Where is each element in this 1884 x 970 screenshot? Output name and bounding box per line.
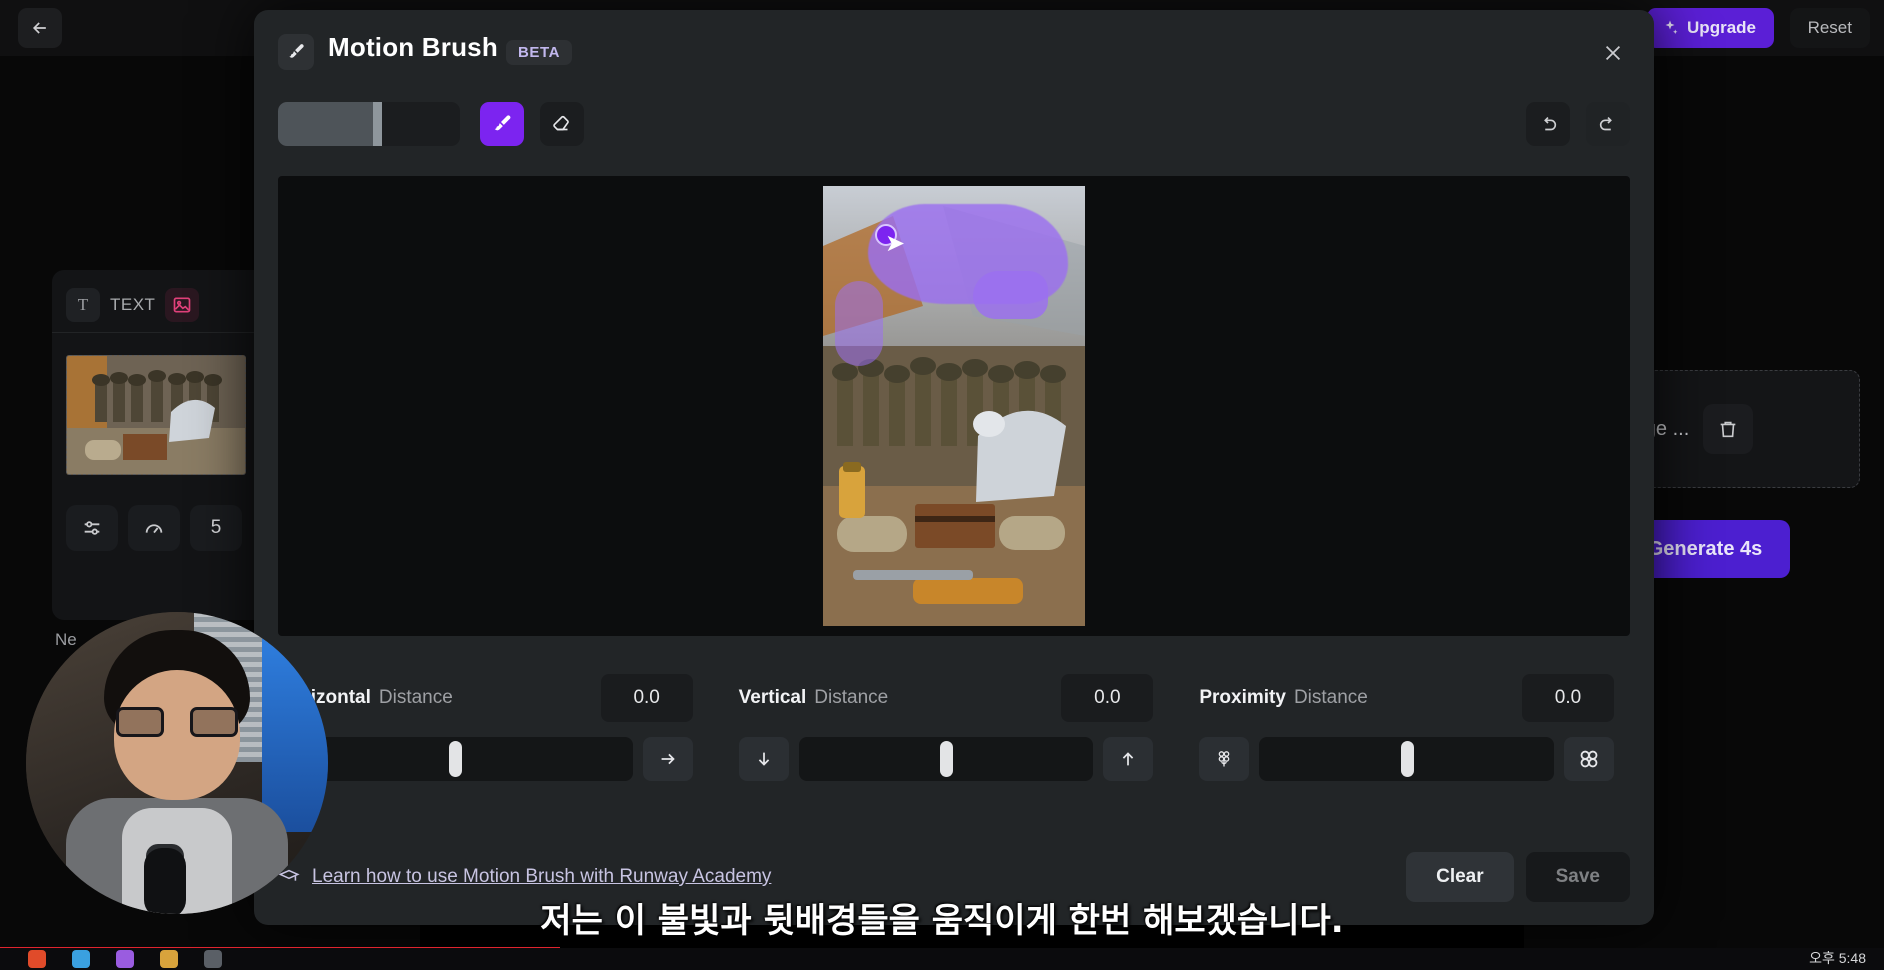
motion-controls: Horizontal Distance 0.0 Vertical Distanc… <box>278 670 1630 792</box>
control-sub: Distance <box>814 687 889 708</box>
paintbrush-icon <box>278 34 314 70</box>
control-sliders-row <box>278 726 1630 792</box>
motion-brush-stroke-tertiary <box>835 281 883 366</box>
video-subtitle: 저는 이 불빛과 뒷배경들을 움직이게 한번 해보겠습니다. <box>540 901 1344 941</box>
delete-image-button[interactable] <box>1703 404 1754 454</box>
brush-size-slider[interactable] <box>278 102 460 146</box>
eraser-tool-button[interactable] <box>540 102 584 146</box>
system-clock: 오후 5:48 <box>1809 950 1866 966</box>
taskbar-icon-5[interactable] <box>204 950 222 968</box>
upgrade-label: Upgrade <box>1687 18 1756 37</box>
motion-brush-modal: Motion Brush BETA ➤ Distance 0.0 Vertica… <box>254 10 1654 925</box>
large-flower-icon[interactable] <box>1564 737 1615 781</box>
trash-icon <box>1720 421 1736 438</box>
save-label: Save <box>1555 866 1600 887</box>
control-name: Vertical <box>738 687 807 708</box>
settings-button[interactable] <box>66 505 118 551</box>
sliders-icon <box>84 521 100 535</box>
beta-badge: BETA <box>506 40 573 65</box>
motion-brush-stroke-secondary <box>973 271 1048 319</box>
back-button[interactable] <box>18 8 62 48</box>
webcam-overlay <box>26 612 328 914</box>
tab-image[interactable] <box>165 284 200 326</box>
control-value[interactable]: 0.0 <box>1522 674 1615 722</box>
brush-tool-button[interactable] <box>480 102 524 146</box>
brush-toolbar <box>254 88 1654 156</box>
brush-size-handle[interactable] <box>372 102 382 146</box>
undo-icon <box>1544 116 1557 131</box>
control-labels-row: Horizontal Distance 0.0 Vertical Distanc… <box>278 670 1630 726</box>
image-thumbnail[interactable] <box>66 355 246 475</box>
text-T-icon: T <box>66 288 100 322</box>
control-vertical-label: Vertical Distance 0.0 <box>709 674 1170 722</box>
control-sub: Distance <box>378 687 453 708</box>
artboard-image[interactable]: ➤ <box>823 186 1085 626</box>
academy-link-label: Learn how to use Motion Brush with Runwa… <box>312 866 772 887</box>
vertical-slider[interactable] <box>798 737 1094 781</box>
close-button[interactable] <box>1596 36 1630 70</box>
arrow-up-icon[interactable] <box>1103 737 1154 781</box>
gauge-icon <box>145 524 163 534</box>
taskbar-icon-4[interactable] <box>160 950 178 968</box>
taskbar-icon-2[interactable] <box>72 950 90 968</box>
upgrade-button[interactable]: Upgrade <box>1647 8 1774 48</box>
generate-label: Generate 4s <box>1647 537 1763 560</box>
sparkles-icon <box>1665 20 1678 34</box>
background-monitor <box>262 632 328 832</box>
control-proximity-label: Proximity Distance 0.0 <box>1169 674 1630 722</box>
control-value[interactable]: 0.0 <box>1061 674 1154 722</box>
redo-button[interactable] <box>1586 102 1630 146</box>
small-flower-icon[interactable] <box>1199 737 1250 781</box>
eraser-icon <box>553 115 569 131</box>
glasses-lens-left <box>116 707 164 737</box>
arrow-down-icon[interactable] <box>738 737 789 781</box>
arrow-left-icon <box>32 22 46 34</box>
os-taskbar: 오후 5:48 <box>0 948 1884 970</box>
screen: Upgrade Reset T TEXT 5 ... Generate 4s M… <box>0 0 1884 970</box>
horizontal-slider[interactable] <box>278 737 633 781</box>
modal-header: Motion Brush BETA <box>254 10 1654 88</box>
arrow-right-icon[interactable] <box>642 737 693 781</box>
taskbar-icon-1[interactable] <box>28 950 46 968</box>
clear-label: Clear <box>1436 866 1484 887</box>
mouse-pointer-icon: ➤ <box>885 230 906 257</box>
control-sub: Distance <box>1293 687 1368 708</box>
person-glasses <box>116 707 238 737</box>
proximity-slider[interactable] <box>1259 737 1555 781</box>
glasses-lens-right <box>190 707 238 737</box>
brush-canvas[interactable]: ➤ <box>278 176 1630 636</box>
taskbar-icon-3[interactable] <box>116 950 134 968</box>
horizontal-slider-handle[interactable] <box>449 741 463 777</box>
horizontal-slider-group <box>278 737 709 781</box>
proximity-slider-group <box>1169 737 1630 781</box>
vertical-slider-handle[interactable] <box>940 741 953 777</box>
vertical-slider-group <box>709 737 1170 781</box>
control-horizontal-label: Horizontal Distance 0.0 <box>278 674 709 722</box>
duration-value[interactable]: 5 <box>190 505 242 551</box>
reset-button[interactable]: Reset <box>1789 8 1870 48</box>
tab-text-label: TEXT <box>110 295 156 314</box>
control-name: Proximity <box>1199 687 1286 708</box>
image-icon <box>165 288 200 322</box>
close-icon <box>1605 45 1621 61</box>
brush-size-fill <box>278 102 373 146</box>
paintbrush-icon <box>494 115 511 131</box>
redo-icon <box>1599 116 1612 131</box>
thumbnail-art <box>67 356 245 474</box>
speed-button[interactable] <box>128 505 180 551</box>
tab-text[interactable]: T TEXT <box>66 284 155 326</box>
academy-link[interactable]: Learn how to use Motion Brush with Runwa… <box>278 866 771 888</box>
proximity-slider-handle[interactable] <box>1400 741 1414 777</box>
control-value[interactable]: 0.0 <box>600 674 693 722</box>
page-title: Motion Brush <box>328 32 498 62</box>
reset-label: Reset <box>1807 18 1852 37</box>
undo-button[interactable] <box>1526 102 1570 146</box>
